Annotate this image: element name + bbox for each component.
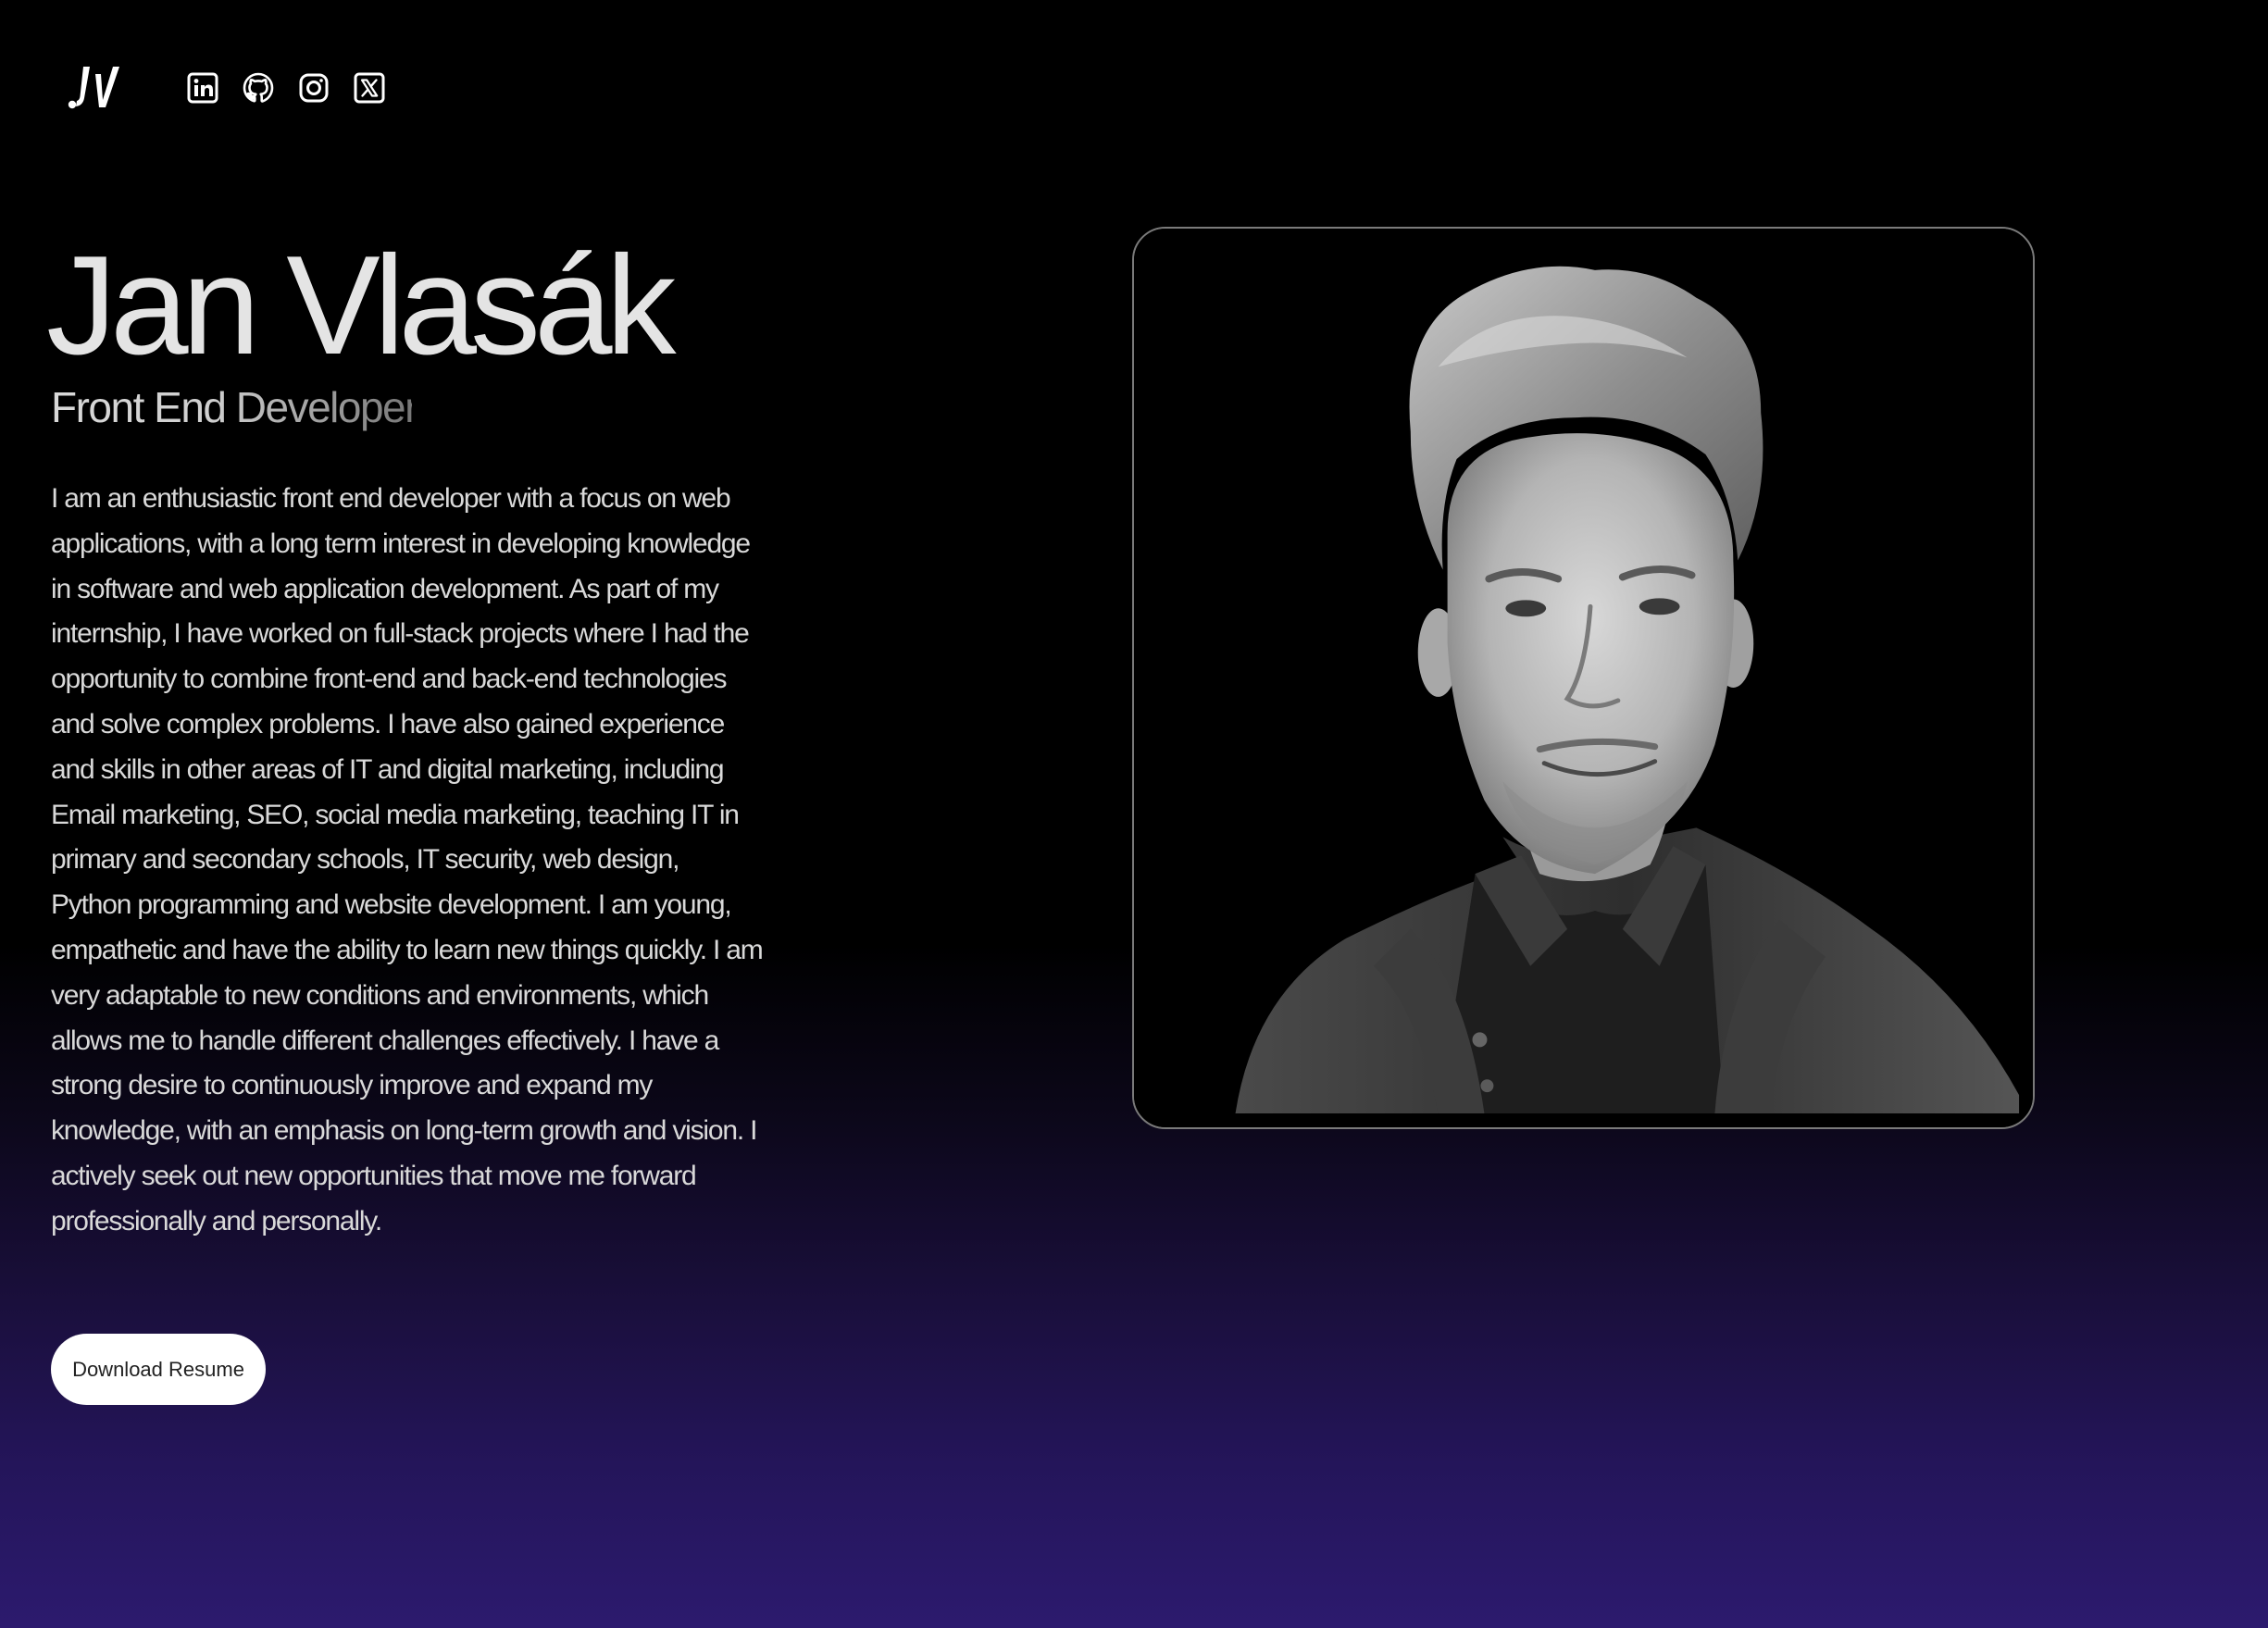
instagram-icon[interactable] <box>298 72 330 104</box>
download-resume-button[interactable]: Download Resume <box>51 1334 266 1405</box>
portrait-photo <box>1132 227 2035 1129</box>
site-header <box>65 65 385 111</box>
linkedin-icon[interactable] <box>187 72 218 104</box>
bio-text: I am an enthusiastic front end developer… <box>51 483 764 1237</box>
job-title: Front End Developer <box>51 379 418 435</box>
jv-monogram-logo[interactable] <box>65 65 130 111</box>
github-icon[interactable] <box>243 72 274 104</box>
page-title: Jan Vlasák <box>46 227 677 384</box>
portrait-illustration <box>1134 229 2033 1127</box>
social-links <box>187 72 385 104</box>
portfolio-page: Jan Vlasák Front End Developer I am an e… <box>0 0 2268 1628</box>
x-icon[interactable] <box>354 72 385 104</box>
